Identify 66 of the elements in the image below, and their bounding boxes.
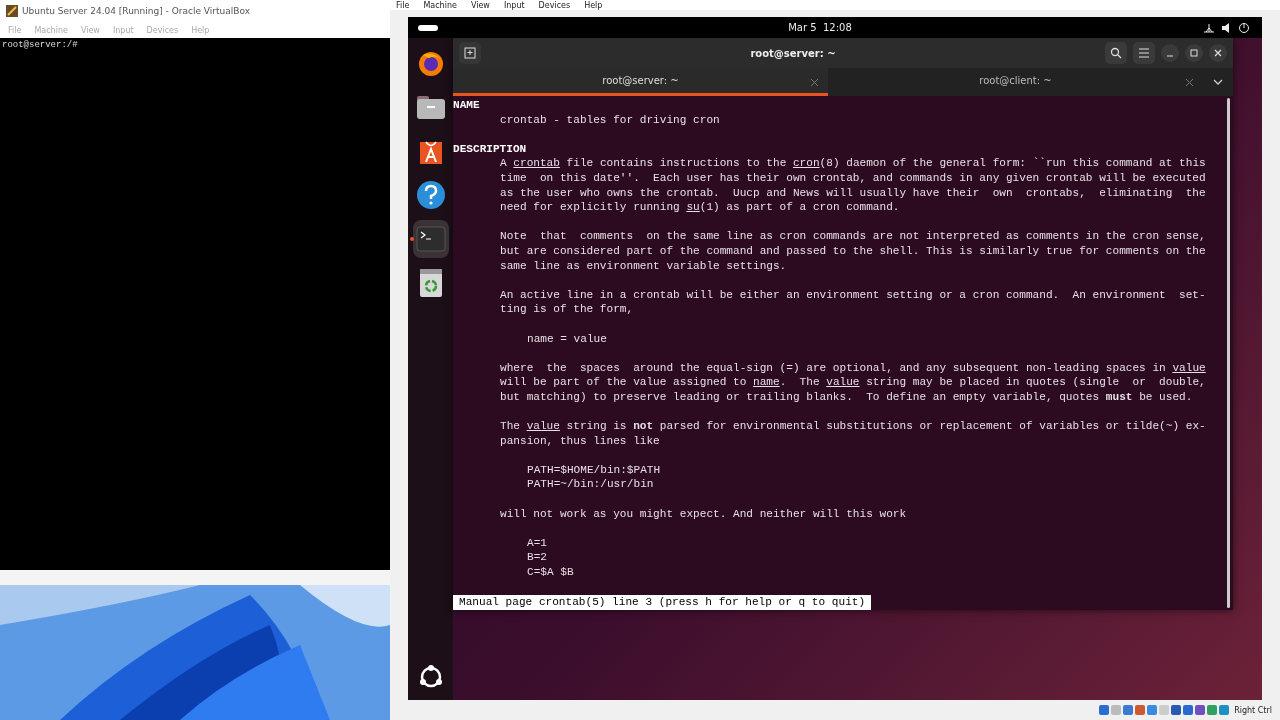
status-icon[interactable] <box>1195 705 1206 715</box>
text-line: An active line in a crontab will be either an environment setting or a cron command. An environment set‐ <box>499 287 1207 303</box>
menu-item[interactable]: Input <box>503 0 525 10</box>
status-icon[interactable] <box>1219 705 1230 715</box>
text-line: but matching) to preserve leading or trailing blanks. To define an empty variable, quotes must be used. <box>499 389 1194 405</box>
text-line: crontab - tables for driving cron <box>499 112 721 128</box>
text-line: pansion, thus lines like <box>499 433 661 449</box>
scrollbar[interactable] <box>1227 98 1230 608</box>
app-icon <box>6 5 18 17</box>
folder-icon[interactable] <box>415 94 446 120</box>
menu-item[interactable]: View <box>470 0 490 10</box>
system-tray-icons[interactable] <box>1202 21 1252 34</box>
new-tab-icon <box>464 47 476 59</box>
text-line: ting is of the form, <box>499 302 635 317</box>
code-line: B=2 <box>526 550 548 565</box>
text-line: Note that comments on the same line as cron commands are not interpreted as comments in the cron sense, <box>499 229 1207 244</box>
text-line: time on this date''. Each user has their own crontab, and commands in any given crontab will be executed <box>499 170 1207 186</box>
status-icon[interactable] <box>1183 705 1194 715</box>
host-key-label: Right Ctrl <box>1234 705 1272 715</box>
status-icon[interactable] <box>1135 705 1146 715</box>
new-tab-button[interactable] <box>459 42 481 64</box>
text-line: where the spaces around the equal-sign (=) are optional, and any subsequent non-leading spaces in value <box>499 360 1207 376</box>
status-icon[interactable] <box>1207 705 1218 715</box>
text-line: need for explicitly running su(1) as part of a cron command. <box>499 200 901 215</box>
section-heading: DESCRIPTION <box>453 141 528 157</box>
close-tab-icon[interactable] <box>1186 79 1193 86</box>
maximize-button[interactable] <box>1185 44 1203 62</box>
close-button[interactable] <box>1209 44 1227 62</box>
text-line: will be part of the value assigned to name. The value string may be placed in quotes (single or double, <box>499 375 1207 390</box>
text-line: The value string is not parsed for environmental substitutions or replacement of variables or tilde(~) ex‐ <box>499 419 1207 434</box>
text-line: as the user who owns the crontab. Uucp and News will usually have their own crontabs, eliminating the <box>499 185 1207 201</box>
terminal-tab[interactable]: root@server: ~ <box>453 68 828 96</box>
minimize-button[interactable] <box>1161 44 1179 62</box>
menu-icon <box>1138 48 1150 58</box>
app-grid-icon[interactable] <box>417 664 444 690</box>
maximize-icon <box>1190 49 1198 57</box>
window-title: Ubuntu Server 24.04 [Running] - Oracle VirtualBox <box>22 6 250 16</box>
text-line: A crontab file contains instructions to the cron(8) daemon of the general form: ``run this command at this <box>499 156 1207 171</box>
trash-icon[interactable] <box>418 268 443 298</box>
code-line: PATH=$HOME/bin:$PATH <box>526 462 662 478</box>
menu-button[interactable] <box>1133 42 1155 64</box>
menu-item[interactable]: Devices <box>538 0 571 10</box>
status-icon[interactable] <box>1099 705 1110 715</box>
window-title: root@server: ~ <box>749 47 837 59</box>
code-line: A=1 <box>526 535 548 551</box>
clock[interactable]: Mar 5 12:08 <box>788 22 852 33</box>
text-line: but are considered part of the command and passed to the shell. This is similarly true for comments on the <box>499 243 1207 259</box>
close-icon <box>1214 49 1222 57</box>
code-line: C=$A $B <box>526 565 575 580</box>
menu-item[interactable]: File <box>396 0 410 10</box>
text-line: will not work as you might expect. And neither will this work <box>499 506 908 522</box>
status-icon[interactable] <box>1147 705 1158 715</box>
status-icon[interactable] <box>1123 705 1134 715</box>
section-heading: NAME <box>453 98 481 113</box>
search-icon <box>1110 47 1122 59</box>
menu-item[interactable]: Help <box>584 0 603 10</box>
text-line: same line as environment variable settings. <box>499 258 788 274</box>
search-button[interactable] <box>1105 42 1127 64</box>
workspace-indicator[interactable] <box>418 24 438 31</box>
console-line: root@server:/# <box>2 40 79 50</box>
terminal-icon[interactable] <box>415 226 446 252</box>
code-line: name = value <box>526 331 608 347</box>
code-line: PATH=~/bin:/usr/bin <box>526 477 655 493</box>
close-tab-icon[interactable] <box>811 79 818 86</box>
menu-item[interactable]: Machine <box>423 0 457 10</box>
status-icon[interactable] <box>1171 705 1182 715</box>
